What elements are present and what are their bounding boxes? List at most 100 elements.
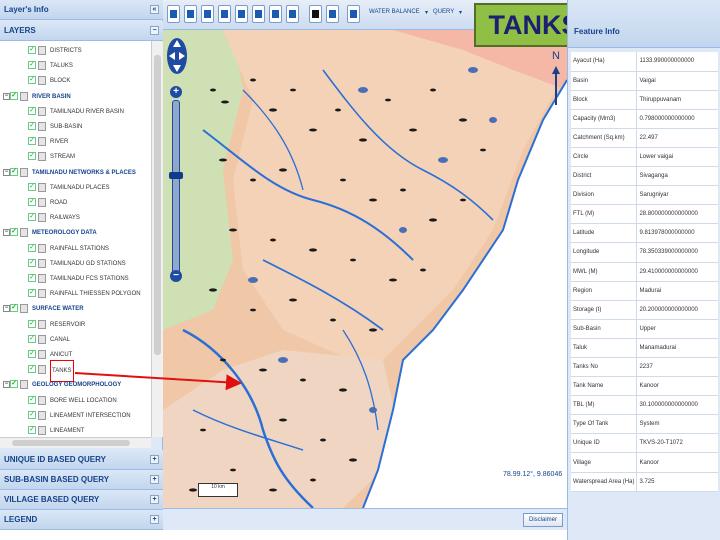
- layer-checkbox[interactable]: ✓: [28, 213, 36, 222]
- pan-tool-button[interactable]: [167, 5, 180, 23]
- full-extent-button[interactable]: [218, 5, 231, 23]
- layer-checkbox[interactable]: ✓: [28, 46, 36, 54]
- layer-checkbox[interactable]: ✓: [28, 334, 36, 343]
- layer-checkbox[interactable]: ✓: [28, 243, 36, 252]
- feature-info-row: Circle Lower vaigai: [571, 147, 718, 168]
- water-balance-menu[interactable]: WATER BALANCE: [369, 9, 420, 15]
- panel-title: SUB-BASIN BASED QUERY: [4, 475, 110, 484]
- layer-checkbox[interactable]: ✓: [10, 228, 18, 237]
- layer-checkbox[interactable]: ✓: [28, 289, 36, 298]
- layer-icon: [38, 198, 46, 207]
- village-query-panel[interactable]: VILLAGE BASED QUERY +: [0, 490, 163, 510]
- layer-checkbox[interactable]: ✓: [28, 198, 36, 206]
- layer-checkbox[interactable]: ✓: [28, 350, 36, 358]
- layer-checkbox[interactable]: ✓: [28, 319, 36, 328]
- layers-info-header[interactable]: Layer's Info «: [0, 0, 163, 20]
- attribute-value: 29.410000000000000: [636, 262, 718, 282]
- attribute-name: Tanks No: [571, 357, 638, 378]
- attribute-value: Sivaganga: [636, 166, 718, 187]
- zoom-out-icon[interactable]: −: [170, 270, 182, 282]
- layer-icon: [20, 228, 28, 238]
- panel-title: VILLAGE BASED QUERY: [4, 495, 100, 504]
- minus-icon[interactable]: −: [150, 26, 159, 35]
- tree-horizontal-scrollbar[interactable]: [0, 437, 151, 448]
- tree-vertical-scrollbar[interactable]: [151, 41, 163, 437]
- layer-icon: [38, 319, 46, 329]
- layer-checkbox[interactable]: ✓: [10, 91, 18, 100]
- tree-item[interactable]: ✓ LINEAMENT: [0, 421, 151, 437]
- expand-icon[interactable]: +: [150, 515, 159, 524]
- pan-arrows-icon[interactable]: [166, 36, 188, 76]
- layer-checkbox[interactable]: ✓: [28, 76, 36, 85]
- feature-info-row: Taluk Manamadurai: [571, 338, 718, 359]
- layer-checkbox[interactable]: ✓: [28, 137, 36, 146]
- collapse-icon[interactable]: −: [3, 168, 10, 176]
- attribute-value: 28.800000000000000: [636, 204, 718, 225]
- attribute-name: Sub-Basin: [571, 319, 638, 339]
- layers-button[interactable]: [347, 5, 360, 23]
- select-button[interactable]: [286, 5, 299, 23]
- attribute-value: TKVS-20-T1072: [636, 433, 718, 454]
- layer-icon: [38, 76, 46, 86]
- tree-item-label: LINEAMENT: [50, 428, 85, 434]
- collapse-icon[interactable]: −: [3, 305, 10, 313]
- layer-checkbox[interactable]: ✓: [28, 274, 36, 282]
- feature-info-row: Latitude 9.813978000000000: [571, 223, 718, 244]
- query-menu[interactable]: QUERY: [433, 9, 454, 15]
- next-extent-button[interactable]: [252, 5, 265, 23]
- layer-checkbox[interactable]: ✓: [28, 106, 36, 115]
- layer-checkbox[interactable]: ✓: [28, 258, 36, 267]
- zoom-slider-handle[interactable]: [169, 172, 183, 179]
- layer-checkbox[interactable]: ✓: [28, 182, 36, 191]
- disclaimer-button[interactable]: Disclaimer: [523, 513, 563, 527]
- layer-icon: [38, 334, 46, 344]
- chevron-down-icon: ▾: [425, 10, 429, 16]
- layer-checkbox[interactable]: ✓: [28, 122, 36, 130]
- attribute-name: Tank Name: [571, 376, 638, 397]
- feature-info-title: Feature Info: [574, 27, 620, 36]
- layer-checkbox[interactable]: ✓: [28, 61, 36, 70]
- expand-icon[interactable]: +: [150, 475, 159, 484]
- legend-panel[interactable]: LEGEND +: [0, 510, 163, 530]
- attribute-name: Unique ID: [571, 433, 638, 454]
- collapse-icon[interactable]: −: [3, 92, 10, 100]
- layer-icon: [38, 289, 46, 299]
- layer-icon: [38, 243, 46, 253]
- feature-info-row: Waterspread Area (Ha) 3.725: [571, 472, 718, 492]
- panel-title: UNIQUE ID BASED QUERY: [4, 455, 106, 464]
- layers-header[interactable]: LAYERS −: [0, 21, 163, 41]
- zoom-out-tool-button[interactable]: [201, 5, 214, 23]
- map-canvas[interactable]: [163, 30, 567, 508]
- attribute-value: 22.497: [636, 128, 718, 148]
- zoom-in-icon[interactable]: +: [170, 86, 182, 98]
- expand-icon[interactable]: +: [150, 455, 159, 464]
- zoom-in-tool-button[interactable]: [184, 5, 197, 23]
- layer-checkbox[interactable]: ✓: [28, 426, 36, 434]
- previous-extent-button[interactable]: [235, 5, 248, 23]
- info-button[interactable]: [309, 5, 322, 23]
- attribute-name: MWL (M): [571, 262, 638, 282]
- coordinate-readout: 78.99.12°, 9.86046: [503, 471, 563, 478]
- layer-checkbox[interactable]: ✓: [10, 380, 18, 389]
- zoom-slider[interactable]: [172, 100, 180, 280]
- pan-control[interactable]: [166, 36, 188, 76]
- feature-info-table: Ayacut (Ha) 1133.990000000000 Basin Vaigai B…: [571, 52, 718, 492]
- layer-checkbox[interactable]: ✓: [28, 410, 36, 419]
- layer-checkbox[interactable]: ✓: [28, 365, 36, 374]
- scale-label: 10 km: [211, 484, 225, 490]
- expand-icon[interactable]: +: [150, 495, 159, 504]
- attribute-name: Taluk: [571, 338, 638, 359]
- layer-checkbox[interactable]: ✓: [28, 395, 36, 404]
- sub-basin-query-panel[interactable]: SUB-BASIN BASED QUERY +: [0, 470, 163, 490]
- layer-checkbox[interactable]: ✓: [10, 167, 18, 176]
- collapse-icon[interactable]: −: [3, 381, 10, 389]
- layer-checkbox[interactable]: ✓: [28, 152, 36, 161]
- unique-id-query-panel[interactable]: UNIQUE ID BASED QUERY +: [0, 450, 163, 470]
- measure-button[interactable]: [269, 5, 282, 23]
- collapse-icon[interactable]: −: [3, 229, 10, 237]
- attribute-name: Village: [571, 452, 638, 473]
- feature-info-row: Type Of Tank System: [571, 414, 718, 435]
- collapse-icon[interactable]: «: [150, 5, 159, 14]
- layer-checkbox[interactable]: ✓: [10, 304, 18, 313]
- print-button[interactable]: [326, 5, 339, 23]
